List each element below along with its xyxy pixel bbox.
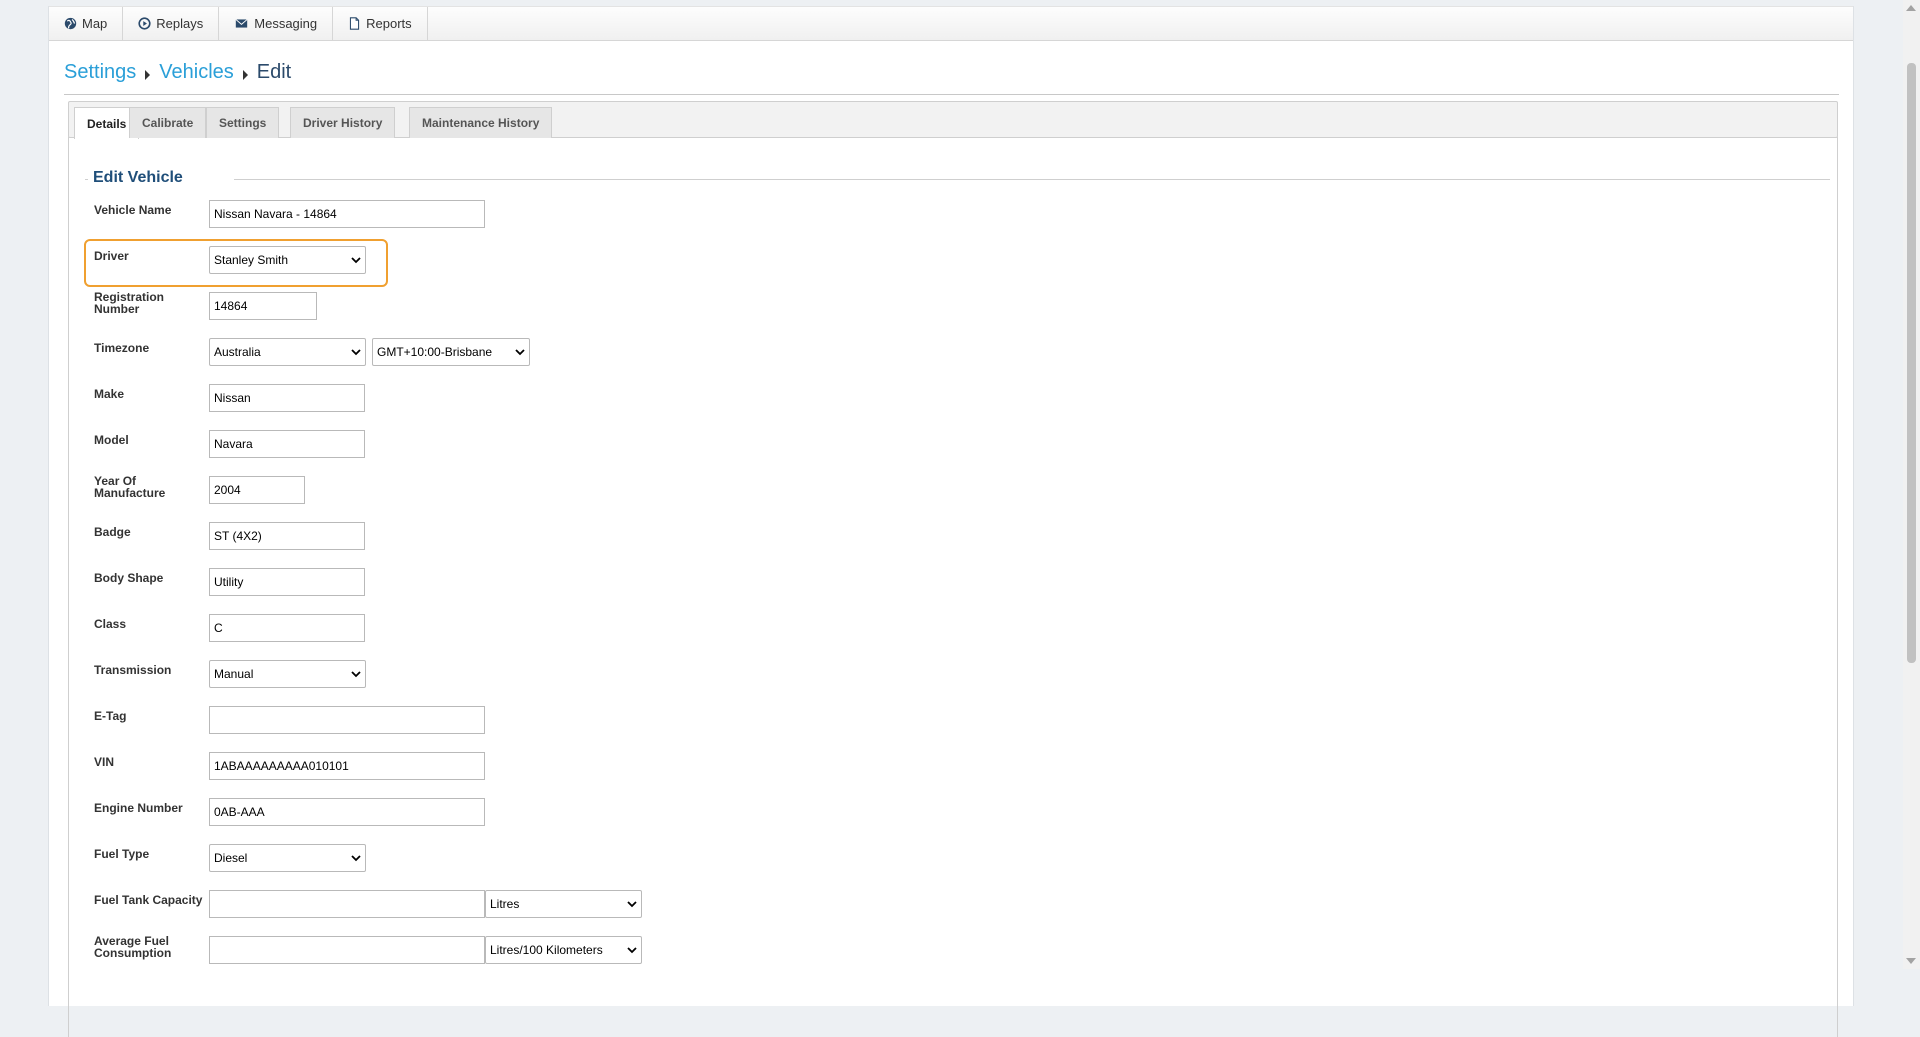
avg-fuel-label-line2: Consumption: [94, 946, 172, 960]
avg-fuel-unit-value: Litres/100 Kilometers: [490, 943, 603, 957]
timezone-label: Timezone: [94, 341, 150, 355]
vehicle-name-input[interactable]: Nissan Navara - 14864: [209, 200, 485, 228]
fuel-type-select-value: Diesel: [214, 851, 248, 865]
vin-input[interactable]: 1ABAAAAAAAAA010101: [209, 752, 485, 780]
timezone-zone-select[interactable]: GMT+10:00-Brisbane: [372, 338, 530, 366]
registration-label-line2: Number: [94, 302, 140, 316]
body-shape-input[interactable]: Utility: [209, 568, 365, 596]
form-legend: Edit Vehicle: [93, 169, 183, 186]
nav-reports[interactable]: Reports: [333, 7, 428, 40]
top-nav: Map Replays Messaging Reports: [49, 6, 1853, 41]
tab-maintenance-history[interactable]: Maintenance History: [409, 107, 553, 138]
nav-map[interactable]: Map: [49, 7, 124, 40]
chevron-down-icon: [351, 349, 361, 356]
fuel-tank-input[interactable]: [209, 890, 485, 918]
avg-fuel-label: Average Fuel Consumption: [94, 935, 171, 959]
nav-messaging-label: Messaging: [254, 16, 318, 31]
play-circle-icon: [138, 17, 151, 30]
page-container: Map Replays Messaging Reports Settings V…: [48, 6, 1854, 1037]
make-input[interactable]: Nissan: [209, 384, 365, 412]
tab-driver-history[interactable]: Driver History: [290, 107, 396, 138]
tab-settings[interactable]: Settings: [206, 107, 280, 138]
timezone-region-select[interactable]: Australia: [209, 338, 366, 366]
scroll-down-arrow-icon[interactable]: [1906, 958, 1916, 964]
transmission-label: Transmission: [94, 663, 172, 677]
chevron-down-icon: [627, 901, 637, 908]
engine-number-input[interactable]: 0AB-AAA: [209, 798, 485, 826]
scroll-up-arrow-icon[interactable]: [1906, 5, 1916, 11]
fuel-type-label: Fuel Type: [94, 847, 150, 861]
scrollbar-thumb[interactable]: [1907, 63, 1916, 663]
nav-replays-label: Replays: [156, 16, 204, 31]
fieldset-border: [85, 179, 1830, 180]
transmission-select[interactable]: Manual: [209, 660, 366, 688]
envelope-icon: [235, 19, 248, 28]
model-input[interactable]: Navara: [209, 430, 365, 458]
breadcrumb-vehicles[interactable]: Vehicles: [159, 61, 234, 84]
etag-label: E-Tag: [94, 709, 127, 723]
tab-calibrate[interactable]: Calibrate: [129, 107, 207, 138]
badge-input[interactable]: ST (4X2): [209, 522, 365, 550]
nav-reports-label: Reports: [366, 16, 412, 31]
class-input[interactable]: C: [209, 614, 365, 642]
avg-fuel-unit-select[interactable]: Litres/100 Kilometers: [485, 936, 642, 964]
badge-label: Badge: [94, 525, 131, 539]
nav-map-label: Map: [82, 16, 108, 31]
registration-label: Registration Number: [94, 291, 164, 315]
document-icon: [350, 17, 360, 30]
timezone-zone-value: GMT+10:00-Brisbane: [377, 345, 493, 359]
vehicle-name-label: Vehicle Name: [94, 203, 172, 217]
driver-select[interactable]: Stanley Smith: [209, 246, 366, 274]
chevron-down-icon: [351, 671, 361, 678]
etag-input[interactable]: [209, 706, 485, 734]
avg-fuel-input[interactable]: [209, 936, 485, 964]
driver-select-value: Stanley Smith: [214, 253, 289, 267]
timezone-region-value: Australia: [214, 345, 261, 359]
driver-label: Driver: [94, 249, 129, 263]
chevron-down-icon: [515, 349, 525, 356]
breadcrumb-settings[interactable]: Settings: [64, 61, 136, 84]
model-label: Model: [94, 433, 129, 447]
engine-number-label: Engine Number: [94, 801, 183, 815]
breadcrumb: Settings Vehicles Edit: [64, 61, 1839, 95]
breadcrumb-separator-icon: [145, 70, 151, 80]
fuel-tank-label: Fuel Tank Capacity: [94, 893, 203, 907]
breadcrumb-current: Edit: [256, 61, 292, 83]
chevron-down-icon: [351, 257, 361, 264]
globe-icon: [64, 17, 77, 30]
fuel-type-select[interactable]: Diesel: [209, 844, 366, 872]
breadcrumb-separator-icon: [242, 70, 248, 80]
year-input[interactable]: 2004: [209, 476, 305, 504]
make-label: Make: [94, 387, 125, 401]
fuel-tank-unit-select[interactable]: Litres: [485, 890, 642, 918]
body-shape-label: Body Shape: [94, 571, 164, 585]
registration-input[interactable]: 14864: [209, 292, 317, 320]
tab-bar: Details Calibrate Settings Driver Histor…: [68, 101, 1838, 139]
year-label: Year Of Manufacture: [94, 475, 165, 499]
class-label: Class: [94, 617, 127, 631]
year-label-line2: Manufacture: [94, 486, 166, 500]
fuel-tank-unit-value: Litres: [490, 897, 520, 911]
vin-label: VIN: [94, 755, 115, 769]
transmission-select-value: Manual: [214, 667, 254, 681]
chevron-down-icon: [627, 947, 637, 954]
chevron-down-icon: [351, 855, 361, 862]
nav-replays[interactable]: Replays: [123, 7, 220, 40]
nav-messaging[interactable]: Messaging: [219, 7, 334, 40]
